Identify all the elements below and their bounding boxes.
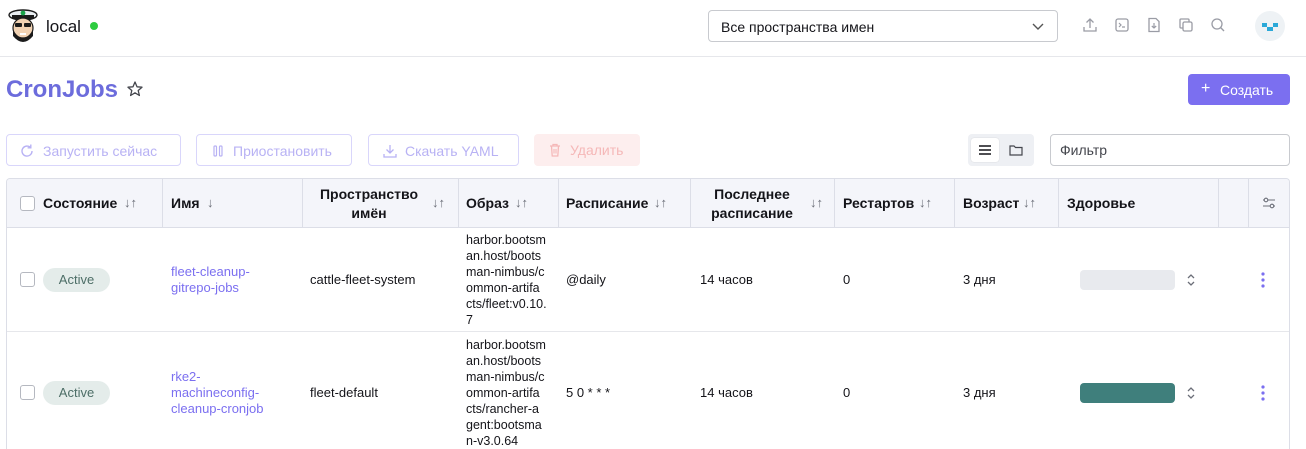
namespace-select[interactable]: Все пространства имен <box>708 10 1058 42</box>
suspend-label: Приостановить <box>233 143 332 159</box>
restarts-cell: 0 <box>843 385 851 400</box>
column-namespace-label-line1: Пространство <box>319 186 419 202</box>
sort-icon[interactable]: ↓↑ <box>654 195 667 210</box>
download-kubeconfig-icon[interactable] <box>1146 17 1162 33</box>
import-yaml-icon[interactable] <box>1082 17 1098 33</box>
chevron-up-down-icon[interactable] <box>1184 273 1198 287</box>
column-name[interactable]: Имя ↓ <box>163 179 303 227</box>
sort-icon[interactable]: ↓↑ <box>919 195 932 210</box>
status-badge: Active <box>43 381 110 405</box>
delete-label: Удалить <box>570 142 624 158</box>
column-age[interactable]: Возраст ↓↑ <box>955 179 1059 227</box>
status-badge: Active <box>43 268 110 292</box>
column-spacer <box>1219 179 1249 227</box>
refresh-icon <box>21 144 33 157</box>
column-last-schedule-label: Последнее расписание <box>705 185 799 223</box>
cluster-status-dot <box>90 22 98 30</box>
column-namespace-label-line2: имён <box>351 205 387 221</box>
namespace-cell: fleet-default <box>310 385 378 400</box>
cluster-name: local <box>46 17 81 36</box>
search-icon[interactable] <box>1210 17 1226 33</box>
page-title: CronJobs <box>6 76 119 103</box>
age-cell: 3 дня <box>963 385 996 400</box>
namespace-select-value: Все пространства имен <box>721 19 875 35</box>
folder-icon <box>1009 145 1023 156</box>
column-restarts[interactable]: Рестартов ↓↑ <box>835 179 955 227</box>
row-checkbox[interactable] <box>20 272 35 287</box>
copy-kubeconfig-icon[interactable] <box>1178 17 1194 33</box>
cronjobs-table: Состояние ↓↑ Имя ↓ Пространство имён ↓↑ … <box>6 178 1290 449</box>
sort-icon[interactable]: ↓↑ <box>1023 195 1036 210</box>
run-now-button[interactable]: Запустить сейчас <box>6 134 181 166</box>
suspend-button[interactable]: Приостановить <box>196 134 352 166</box>
image-cell: harbor.bootsm an.host/boots man-nimbus/c… <box>466 338 546 448</box>
column-settings[interactable] <box>1249 179 1289 227</box>
column-last-schedule-label-line1: Последнее <box>714 186 790 202</box>
cronjob-name-link[interactable]: fleet-cleanup- gitrepo-jobs <box>171 264 250 296</box>
filter-input[interactable] <box>1050 134 1290 166</box>
table-row[interactable]: Active rke2- machineconfig- cleanup-cron… <box>7 333 1289 449</box>
column-state[interactable]: Состояние ↓↑ <box>7 179 163 227</box>
table-row[interactable]: Active fleet-cleanup- gitrepo-jobs cattl… <box>7 228 1289 332</box>
column-age-label: Возраст <box>963 195 1020 211</box>
kubectl-shell-icon[interactable] <box>1114 17 1130 33</box>
image-cell: harbor.bootsm an.host/boots man-nimbus/c… <box>466 233 547 327</box>
favorite-star-icon[interactable] <box>126 80 144 98</box>
namespace-cell: cattle-fleet-system <box>310 272 416 287</box>
schedule-cell: @daily <box>566 272 606 287</box>
restarts-cell: 0 <box>843 272 851 287</box>
schedule-cell: 5 0 * * * <box>566 385 611 400</box>
row-checkbox[interactable] <box>20 385 35 400</box>
last-schedule-cell: 14 часов <box>700 272 753 287</box>
sort-icon[interactable]: ↓↑ <box>124 195 137 210</box>
kebab-menu-icon[interactable] <box>1260 271 1266 289</box>
download-yaml-button[interactable]: Скачать YAML <box>368 134 519 166</box>
chevron-up-down-icon[interactable] <box>1184 386 1198 400</box>
column-namespace-label: Пространство имён <box>319 185 419 223</box>
column-image-label: Образ <box>466 195 510 211</box>
table-header: Состояние ↓↑ Имя ↓ Пространство имён ↓↑ … <box>7 179 1289 228</box>
flat-list-view-button[interactable] <box>971 138 999 162</box>
sort-desc-icon[interactable]: ↓ <box>207 195 214 210</box>
create-button-label: Создать <box>1220 82 1274 98</box>
kebab-menu-icon[interactable] <box>1260 384 1266 402</box>
column-health-label: Здоровье <box>1067 195 1136 211</box>
sort-icon[interactable]: ↓↑ <box>432 195 445 210</box>
last-schedule-cell: 14 часов <box>700 385 753 400</box>
column-image[interactable]: Образ ↓↑ <box>459 179 559 227</box>
column-schedule[interactable]: Расписание ↓↑ <box>559 179 691 227</box>
avatar-pattern-icon <box>1262 23 1278 31</box>
column-last-schedule[interactable]: Последнее расписание ↓↑ <box>691 179 835 227</box>
column-health: Здоровье <box>1059 179 1219 227</box>
column-last-schedule-label-line2: расписание <box>711 205 793 221</box>
list-icon <box>979 145 991 155</box>
user-avatar[interactable] <box>1255 11 1285 41</box>
group-by-namespace-button[interactable] <box>1002 138 1030 162</box>
column-restarts-label: Рестартов <box>843 195 915 211</box>
health-bar <box>1080 383 1175 403</box>
chevron-down-icon <box>1032 23 1044 30</box>
sort-icon[interactable]: ↓↑ <box>515 195 528 210</box>
download-yaml-label: Скачать YAML <box>405 143 499 159</box>
view-toggle <box>968 134 1034 166</box>
trash-icon <box>550 143 560 157</box>
column-schedule-label: Расписание <box>566 195 649 211</box>
cronjob-name-link[interactable]: rke2- machineconfig- cleanup-cronjob <box>171 369 264 417</box>
create-button[interactable]: + Создать <box>1188 74 1290 105</box>
column-state-label: Состояние <box>43 195 118 211</box>
sort-icon[interactable]: ↓↑ <box>810 195 823 210</box>
plus-icon: + <box>1201 80 1211 97</box>
run-now-label: Запустить сейчас <box>43 143 158 159</box>
pause-icon <box>213 145 223 157</box>
column-name-label: Имя <box>171 195 200 211</box>
health-bar <box>1080 270 1175 290</box>
top-header: local Все пространства имен <box>0 0 1306 57</box>
column-settings-icon <box>1263 197 1275 209</box>
download-icon <box>383 145 397 158</box>
delete-button[interactable]: Удалить <box>534 134 640 166</box>
select-all-checkbox[interactable] <box>20 196 35 211</box>
age-cell: 3 дня <box>963 272 996 287</box>
cluster-logo-icon[interactable] <box>6 6 40 46</box>
column-namespace[interactable]: Пространство имён ↓↑ <box>303 179 459 227</box>
